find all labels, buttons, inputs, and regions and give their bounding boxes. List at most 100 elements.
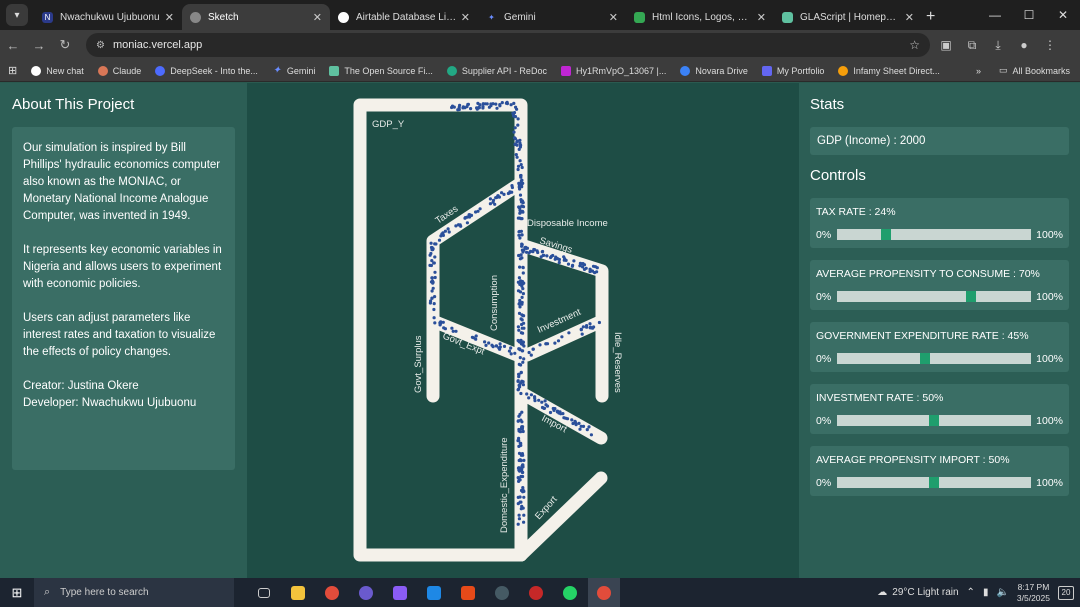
chrome-icon[interactable] <box>316 578 348 607</box>
profile-avatar-icon[interactable]: ● <box>1016 37 1032 53</box>
volume-icon[interactable]: 🔈 <box>996 587 1008 598</box>
back-icon[interactable]: ← <box>0 38 26 53</box>
system-clock[interactable]: 8:17 PM 3/5/2025 <box>1017 582 1050 604</box>
close-icon[interactable]: ✕ <box>165 11 174 24</box>
extensions-icon[interactable]: ⧉ <box>964 37 980 53</box>
close-icon[interactable]: ✕ <box>609 11 618 24</box>
media-icon[interactable]: ▣ <box>938 37 954 53</box>
propensity-consume-slider[interactable] <box>837 291 1031 302</box>
bookmark-item[interactable]: DeepSeek - Into the... <box>155 65 258 76</box>
flow-particle <box>474 210 478 214</box>
flow-particle <box>517 205 521 209</box>
flow-particle <box>518 159 522 163</box>
notification-badge[interactable]: 20 <box>1058 585 1074 600</box>
tab-5[interactable]: GLAScript | Homepholus's ✕ <box>774 4 922 30</box>
flow-particle <box>496 194 500 198</box>
bookmark-item[interactable]: Hy1RmVpO_13067 |... <box>560 65 666 76</box>
bookmark-item[interactable]: Supplier API - ReDoc <box>446 65 547 76</box>
folder-icon[interactable]: ▭ <box>999 65 1008 76</box>
bookmark-item[interactable]: New chat <box>31 65 84 76</box>
app-icon[interactable] <box>350 578 382 607</box>
apps-grid-icon[interactable]: ⊞ <box>8 64 17 77</box>
url-text: moniac.vercel.app <box>112 39 203 51</box>
bookmark-item[interactable]: The Open Source Fi... <box>329 65 433 76</box>
flow-particle <box>544 403 548 407</box>
flow-particle <box>466 102 470 106</box>
stats-controls-panel: Stats GDP (Income) : 2000 Controls TAX R… <box>799 83 1080 578</box>
flow-particle <box>517 347 521 351</box>
flow-particle <box>518 257 522 261</box>
figma-icon[interactable] <box>452 578 484 607</box>
vscode-icon[interactable] <box>418 578 450 607</box>
close-icon[interactable]: ✕ <box>313 11 322 24</box>
moniac-diagram: GDP_Y Taxes Disposable Income Savings Co… <box>353 98 623 562</box>
close-icon[interactable]: ✕ <box>905 11 914 24</box>
flow-particle <box>521 292 525 296</box>
flow-particle <box>469 107 473 111</box>
flow-particle <box>542 253 546 257</box>
whatsapp-icon[interactable] <box>554 578 586 607</box>
slider-thumb[interactable] <box>929 477 939 488</box>
govt-expenditure-slider[interactable] <box>837 353 1031 364</box>
creator-credit: Creator: Justina Okere <box>23 380 139 392</box>
weather-text: 29°C Light rain <box>892 587 959 598</box>
slider-thumb[interactable] <box>919 353 930 364</box>
chrome-active-icon[interactable] <box>588 578 620 607</box>
slider-thumb[interactable] <box>929 415 939 426</box>
close-icon[interactable]: ✕ <box>757 11 766 24</box>
task-view-icon[interactable] <box>248 578 280 607</box>
tab-3[interactable]: ✦ Gemini ✕ <box>478 4 626 30</box>
tab-4[interactable]: Html Icons, Logos, Symbol ✕ <box>626 4 774 30</box>
bookmark-item[interactable]: ✦ Gemini <box>272 65 316 76</box>
tab-label: Nwachukwu Ujubuonu <box>60 11 160 23</box>
taskbar-search[interactable]: ⌕ Type here to search <box>34 578 234 607</box>
tab-search-chevron-icon[interactable]: ▾ <box>6 4 28 26</box>
all-bookmarks-link[interactable]: All Bookmarks <box>1012 66 1070 76</box>
tab-1[interactable]: Sketch ✕ <box>182 4 330 30</box>
bookmark-star-icon[interactable]: ☆ <box>909 38 920 52</box>
bookmark-item[interactable]: My Portfolio <box>761 65 824 76</box>
bookmark-item[interactable]: Infamy Sheet Direct... <box>838 65 940 76</box>
search-placeholder: Type here to search <box>60 587 149 598</box>
tab-label: Sketch <box>208 11 239 23</box>
reload-icon[interactable]: ↻ <box>52 37 78 53</box>
slider-thumb[interactable] <box>881 229 892 240</box>
window-close-icon[interactable]: ✕ <box>1046 8 1080 22</box>
app-icon[interactable] <box>384 578 416 607</box>
network-icon[interactable]: ▮ <box>983 587 989 598</box>
bookmark-item[interactable]: Novara Drive <box>680 65 748 76</box>
flow-particle <box>517 253 521 258</box>
windows-start-icon[interactable]: ⊞ <box>0 585 34 601</box>
more-bookmarks-icon[interactable]: » <box>976 66 981 76</box>
flow-particle <box>521 271 525 275</box>
forward-icon[interactable]: → <box>26 38 52 53</box>
tab-0[interactable]: N Nwachukwu Ujubuonu ✕ <box>34 4 182 30</box>
close-icon[interactable]: ✕ <box>461 11 470 24</box>
flow-particle <box>520 452 524 456</box>
slider-thumb[interactable] <box>965 291 976 302</box>
minimize-icon[interactable]: — <box>978 8 1012 22</box>
moniac-canvas[interactable]: GDP_Y Taxes Disposable Income Savings Co… <box>247 83 799 578</box>
menu-kebab-icon[interactable]: ⋮ <box>1042 37 1058 53</box>
bookmark-item[interactable]: Claude <box>97 65 141 76</box>
file-explorer-icon[interactable] <box>282 578 314 607</box>
davinci-icon[interactable] <box>486 578 518 607</box>
weather-widget[interactable]: ☁ 29°C Light rain <box>877 587 958 598</box>
flow-particle <box>522 495 526 499</box>
address-bar[interactable]: ⚙ moniac.vercel.app ☆ <box>86 33 930 57</box>
tab-2[interactable]: Airtable Database Limitatio ✕ <box>330 4 478 30</box>
propensity-import-slider[interactable] <box>837 477 1031 488</box>
maximize-icon[interactable]: ☐ <box>1012 8 1046 22</box>
flow-particle <box>529 393 533 397</box>
flow-particle <box>518 138 522 142</box>
site-info-icon[interactable]: ⚙ <box>96 40 105 51</box>
flow-particle <box>517 276 521 280</box>
flow-particle <box>518 305 522 309</box>
flow-particle <box>509 103 513 107</box>
app-icon[interactable] <box>520 578 552 607</box>
tax-rate-slider[interactable] <box>837 229 1031 240</box>
new-tab-icon[interactable]: + <box>926 8 935 26</box>
investment-rate-slider[interactable] <box>837 415 1031 426</box>
tray-chevron-icon[interactable]: ⌃ <box>967 587 975 598</box>
download-icon[interactable]: ⤓ <box>990 37 1006 53</box>
